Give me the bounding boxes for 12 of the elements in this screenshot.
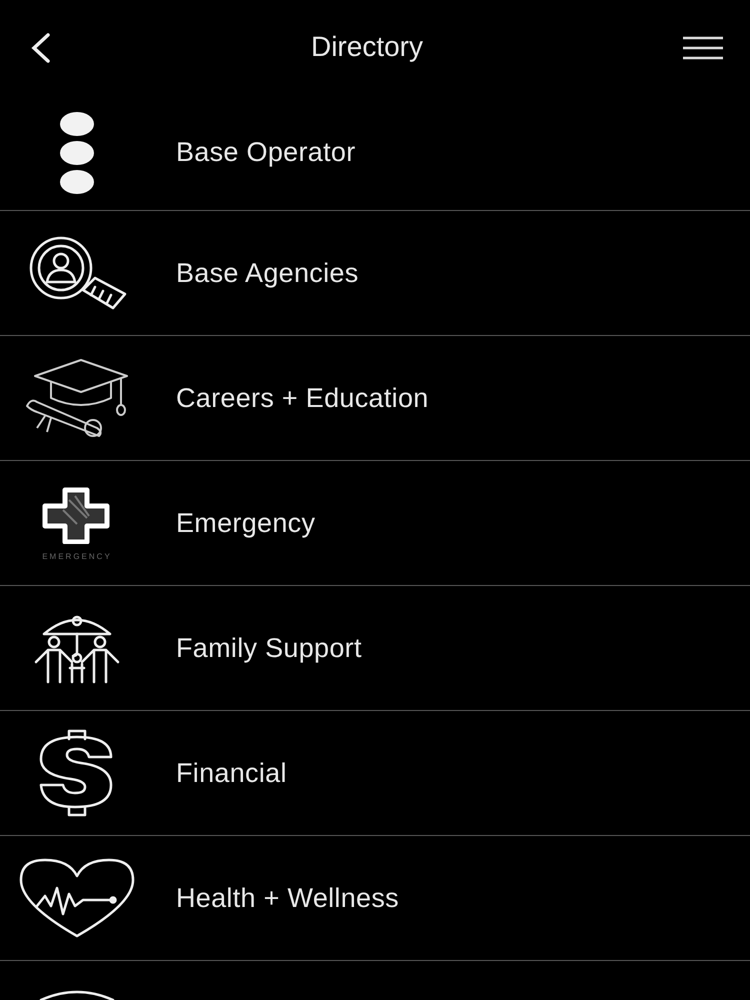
directory-item[interactable]: Careers + Education xyxy=(0,335,750,460)
icon-caption: EMERGENCY xyxy=(42,552,112,560)
directory-item[interactable]: Family Support xyxy=(0,585,750,710)
directory-item[interactable]: EMERGENCY Emergency xyxy=(0,460,750,585)
dots-icon xyxy=(59,112,95,194)
directory-item[interactable]: Health + Wellness xyxy=(0,835,750,960)
heart-pulse-icon xyxy=(19,858,135,938)
menu-icon[interactable] xyxy=(682,34,724,60)
directory-item[interactable]: Base Agencies xyxy=(0,210,750,335)
page-title: Directory xyxy=(310,30,423,62)
directory-item[interactable]: Base Operator xyxy=(0,95,750,210)
directory-item[interactable]: Financial xyxy=(0,710,750,835)
